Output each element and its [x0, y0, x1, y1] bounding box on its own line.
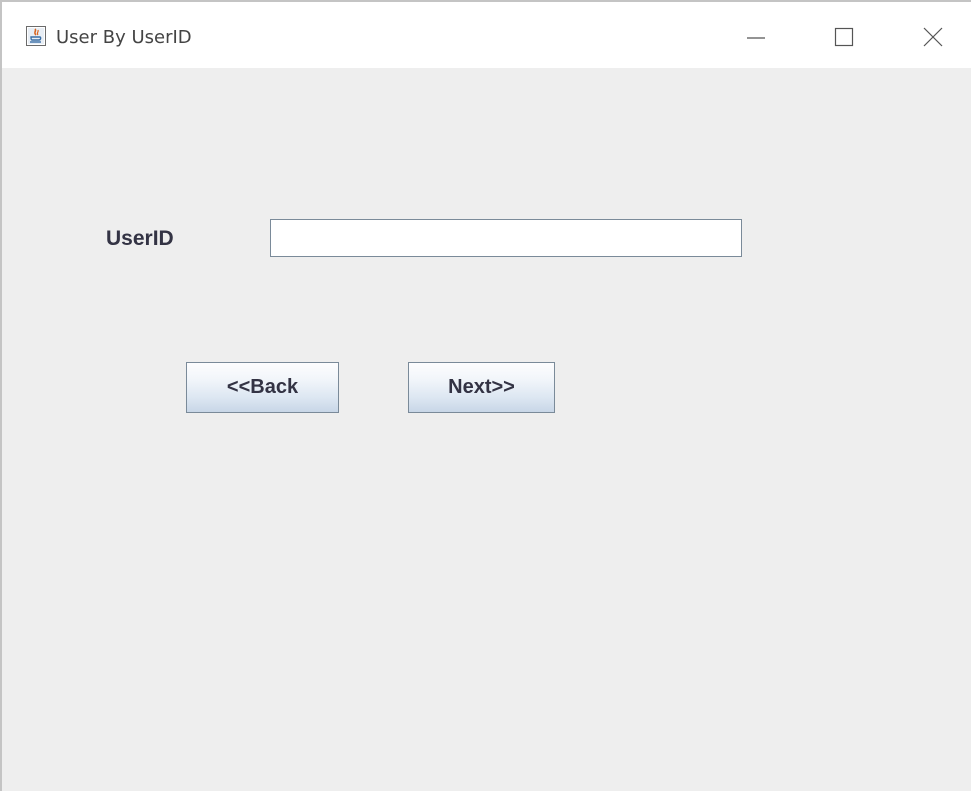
- content-panel: UserID <<Back Next>>: [2, 68, 971, 791]
- java-icon: [26, 26, 46, 46]
- minimize-icon: [747, 37, 765, 39]
- next-button[interactable]: Next>>: [408, 362, 555, 413]
- back-button[interactable]: <<Back: [186, 362, 339, 413]
- title-bar[interactable]: User By UserID: [2, 2, 971, 68]
- close-button[interactable]: [883, 2, 971, 68]
- minimize-button[interactable]: [710, 2, 800, 68]
- userid-label: UserID: [106, 227, 174, 250]
- close-icon: [923, 27, 943, 47]
- app-window: User By UserID UserID <<Back Next>>: [0, 0, 971, 791]
- maximize-button[interactable]: [800, 2, 890, 68]
- maximize-icon: [834, 27, 854, 47]
- window-title: User By UserID: [56, 27, 192, 48]
- userid-input[interactable]: [270, 219, 742, 257]
